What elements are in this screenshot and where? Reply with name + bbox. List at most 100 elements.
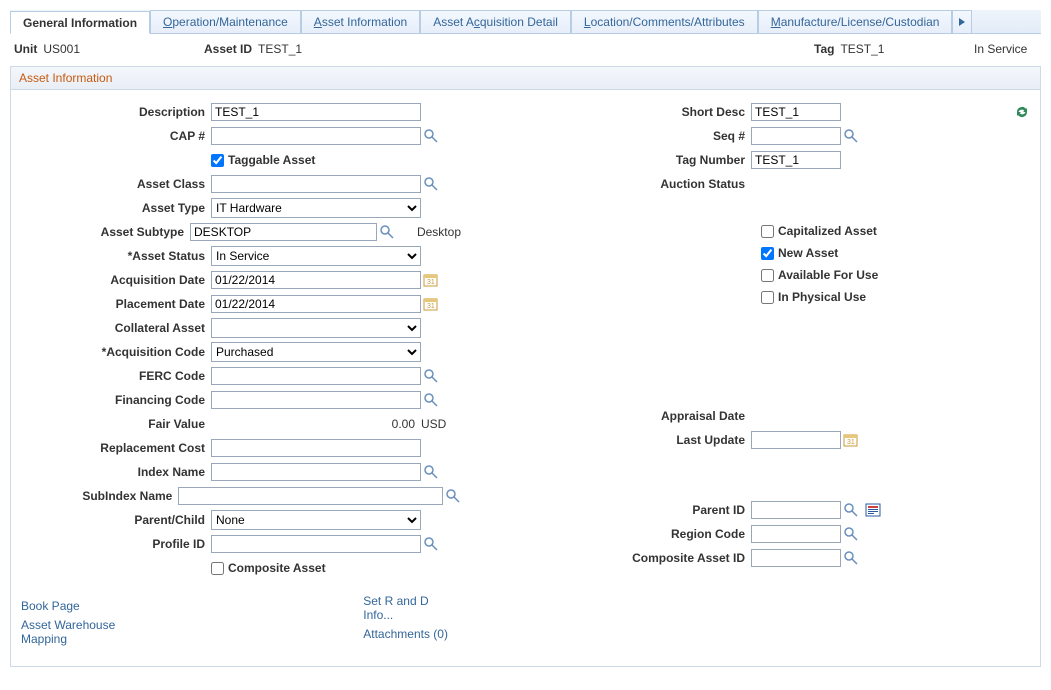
capitalized-asset-checkbox[interactable] <box>761 225 774 238</box>
fair-value-label: Fair Value <box>21 417 211 431</box>
ferc-code-input[interactable] <box>211 367 421 385</box>
subindex-name-label: SubIndex Name <box>21 489 178 503</box>
fair-value-amount: 0.00 <box>211 417 421 431</box>
tab-manufacture-license-custodian[interactable]: Manufacture/License/Custodian <box>758 10 953 33</box>
replacement-cost-label: Replacement Cost <box>21 441 211 455</box>
record-header: UnitUS001 Asset IDTEST_1 TagTEST_1 In Se… <box>10 34 1041 66</box>
lookup-icon[interactable] <box>423 536 439 552</box>
short-desc-input[interactable] <box>751 103 841 121</box>
capitalized-asset-label: Capitalized Asset <box>778 224 877 238</box>
financing-code-input[interactable] <box>211 391 421 409</box>
tab-label: General Information <box>23 16 137 30</box>
calendar-icon[interactable]: 31 <box>423 296 439 312</box>
lookup-icon[interactable] <box>843 526 859 542</box>
attachments-link[interactable]: Attachments (0) <box>363 627 448 641</box>
lookup-icon[interactable] <box>843 128 859 144</box>
new-asset-checkbox[interactable] <box>761 247 774 260</box>
index-name-input[interactable] <box>211 463 421 481</box>
lookup-icon[interactable] <box>445 488 461 504</box>
svg-text:31: 31 <box>427 279 435 286</box>
seq-input[interactable] <box>751 127 841 145</box>
asset-warehouse-mapping-link[interactable]: Asset Warehouse Mapping <box>21 618 163 646</box>
composite-asset-id-input[interactable] <box>751 549 841 567</box>
profile-id-input[interactable] <box>211 535 421 553</box>
tab-operation-maintenance[interactable]: Operation/Maintenance <box>150 10 301 33</box>
svg-text:31: 31 <box>847 439 855 446</box>
profile-id-label: Profile ID <box>21 537 211 551</box>
tab-asset-acquisition-detail[interactable]: Asset Acquisition Detail <box>420 10 571 33</box>
acquisition-date-input[interactable] <box>211 271 421 289</box>
svg-text:31: 31 <box>427 303 435 310</box>
lookup-icon[interactable] <box>423 464 439 480</box>
tag-number-input[interactable] <box>751 151 841 169</box>
region-code-label: Region Code <box>531 527 751 541</box>
new-asset-label: New Asset <box>778 246 838 260</box>
description-label: Description <box>21 105 211 119</box>
description-input[interactable] <box>211 103 421 121</box>
last-update-label: Last Update <box>531 433 751 447</box>
acquisition-date-label: Acquisition Date <box>21 273 211 287</box>
asset-status-select[interactable]: In Service <box>211 246 421 266</box>
cap-input[interactable] <box>211 127 421 145</box>
unit-value: US001 <box>43 42 80 56</box>
refresh-icon[interactable] <box>1013 104 1031 120</box>
appraisal-date-label: Appraisal Date <box>531 409 751 423</box>
tag-value: TEST_1 <box>840 42 884 56</box>
region-code-input[interactable] <box>751 525 841 543</box>
lookup-icon[interactable] <box>843 550 859 566</box>
composite-asset-id-label: Composite Asset ID <box>531 551 751 565</box>
in-physical-use-label: In Physical Use <box>778 290 866 304</box>
unit-label: Unit <box>14 42 43 56</box>
auction-status-label: Auction Status <box>531 177 751 191</box>
calendar-icon[interactable]: 31 <box>423 272 439 288</box>
replacement-cost-input[interactable] <box>211 439 421 457</box>
asset-subtype-input[interactable] <box>190 223 377 241</box>
in-physical-use-checkbox[interactable] <box>761 291 774 304</box>
related-content-icon[interactable] <box>865 502 883 518</box>
parent-child-label: Parent/Child <box>21 513 211 527</box>
tab-strip: General Information Operation/Maintenanc… <box>10 10 1041 34</box>
section-title: Asset Information <box>10 66 1041 90</box>
asset-subtype-display: Desktop <box>415 225 461 239</box>
ferc-code-label: FERC Code <box>21 369 211 383</box>
composite-asset-label: Composite Asset <box>228 561 326 575</box>
subindex-name-input[interactable] <box>178 487 443 505</box>
short-desc-label: Short Desc <box>531 105 751 119</box>
last-update-input[interactable] <box>751 431 841 449</box>
tab-general-information[interactable]: General Information <box>10 11 150 34</box>
lookup-icon[interactable] <box>423 128 439 144</box>
tab-location-comments-attributes[interactable]: Location/Comments/Attributes <box>571 10 758 33</box>
asset-type-select[interactable]: IT Hardware <box>211 198 421 218</box>
lookup-icon[interactable] <box>843 502 859 518</box>
taggable-asset-checkbox[interactable] <box>211 154 224 167</box>
acquisition-code-select[interactable]: Purchased <box>211 342 421 362</box>
taggable-asset-label: Taggable Asset <box>228 153 315 167</box>
parent-child-select[interactable]: None <box>211 510 421 530</box>
available-for-use-checkbox[interactable] <box>761 269 774 282</box>
calendar-icon[interactable]: 31 <box>843 432 859 448</box>
asset-class-input[interactable] <box>211 175 421 193</box>
lookup-icon[interactable] <box>379 224 395 240</box>
lookup-icon[interactable] <box>423 176 439 192</box>
tab-asset-information[interactable]: Asset Information <box>301 10 420 33</box>
tab-more-icon[interactable] <box>952 10 972 33</box>
set-r-and-d-info-link[interactable]: Set R and D Info... <box>363 594 461 622</box>
tag-number-label: Tag Number <box>531 153 751 167</box>
section-body: Description CAP # Taggable Asset Asset C… <box>10 90 1041 667</box>
index-name-label: Index Name <box>21 465 211 479</box>
asset-type-label: Asset Type <box>21 201 211 215</box>
seq-label: Seq # <box>531 129 751 143</box>
collateral-asset-select[interactable] <box>211 318 421 338</box>
book-page-link[interactable]: Book Page <box>21 599 80 613</box>
available-for-use-label: Available For Use <box>778 268 878 282</box>
collateral-asset-label: Collateral Asset <box>21 321 211 335</box>
parent-id-input[interactable] <box>751 501 841 519</box>
service-status: In Service <box>974 42 1027 56</box>
placement-date-input[interactable] <box>211 295 421 313</box>
composite-asset-checkbox[interactable] <box>211 562 224 575</box>
asset-status-label: *Asset Status <box>21 249 211 263</box>
fair-value-currency: USD <box>421 417 446 431</box>
financing-code-label: Financing Code <box>21 393 211 407</box>
lookup-icon[interactable] <box>423 392 439 408</box>
lookup-icon[interactable] <box>423 368 439 384</box>
